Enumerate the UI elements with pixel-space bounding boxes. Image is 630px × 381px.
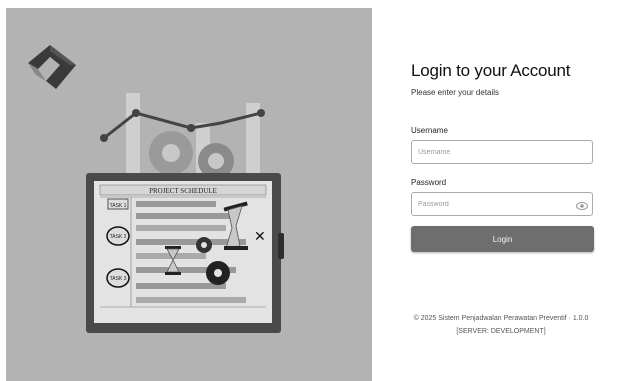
task-2-label: TASK 2	[110, 234, 127, 240]
logo-icon	[28, 45, 76, 89]
footer-copyright: © 2025 Sistem Penjadwalan Perawatan Prev…	[413, 315, 589, 322]
svg-text:✕: ✕	[254, 228, 266, 244]
board-title: PROJECT SCHEDULE	[149, 187, 217, 195]
chart-bar	[126, 93, 140, 173]
page-subtitle: Please enter your details	[411, 88, 500, 97]
password-input[interactable]	[411, 192, 593, 216]
gear-icon	[196, 237, 212, 253]
page-title: Login to your Account	[411, 61, 571, 80]
username-input[interactable]	[411, 140, 593, 164]
project-schedule-illustration: PROJECT SCHEDULE TASK 1 TASK 2 TASK 3 ✕	[86, 93, 284, 333]
task-3-label: TASK 3	[110, 276, 127, 282]
left-panel: PROJECT SCHEDULE TASK 1 TASK 2 TASK 3 ✕	[6, 8, 372, 381]
footer-server: [SERVER: DEVELOPMENT]	[456, 328, 546, 335]
task-1-label: TASK 1	[110, 203, 127, 209]
eye-icon[interactable]	[576, 200, 588, 212]
gear-icon	[149, 131, 193, 175]
username-label: Username	[411, 126, 448, 135]
login-button[interactable]: Login	[411, 226, 594, 252]
password-label: Password	[411, 178, 447, 187]
gear-icon	[206, 261, 230, 285]
login-panel: Login to your Account Please enter your …	[372, 8, 630, 381]
